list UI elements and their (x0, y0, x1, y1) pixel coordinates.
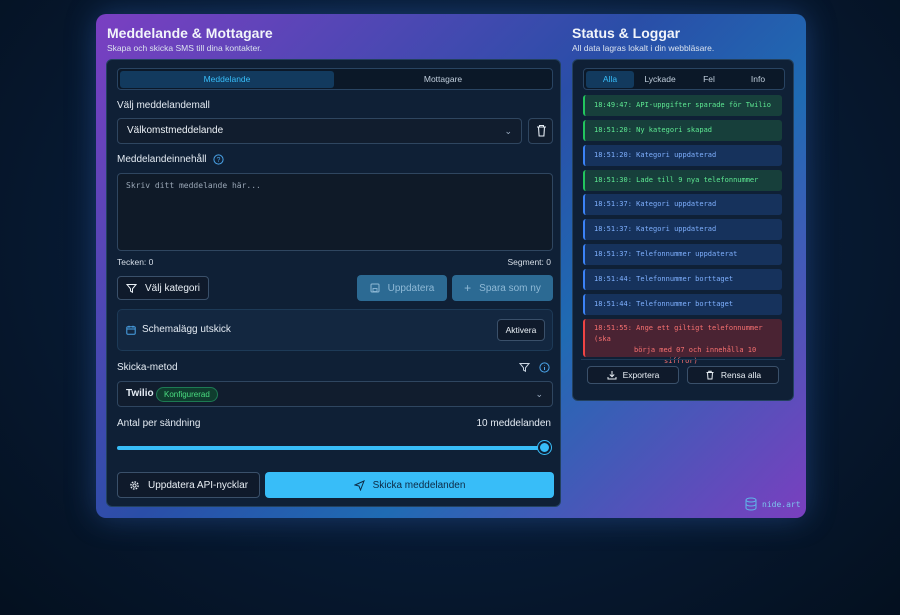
tab-lyckade[interactable]: Lyckade (636, 71, 684, 88)
status-badge: Konfigurerad (156, 387, 218, 402)
export-button[interactable]: Exportera (587, 366, 679, 384)
export-label: Exportera (622, 370, 660, 380)
schedule-label: Schemalägg utskick (142, 324, 231, 335)
save-new-button[interactable]: + Spara som ny (452, 275, 553, 301)
tab-meddelande[interactable]: Meddelande (120, 71, 334, 88)
update-label: Uppdatera (387, 282, 435, 294)
delete-template-button[interactable] (528, 118, 553, 144)
svg-text:?: ? (217, 157, 221, 164)
send-messages-label: Skicka meddelanden (372, 479, 466, 491)
left-section-title: Meddelande & Mottagare (107, 25, 273, 41)
segment-count: Segment: 0 (507, 257, 551, 267)
plus-icon: + (464, 281, 472, 295)
chevron-down-icon: ⌄ (535, 389, 543, 399)
per-send-slider-thumb[interactable] (538, 441, 551, 454)
send-messages-button[interactable]: Skicka meddelanden (265, 472, 554, 498)
template-select[interactable]: Välkomstmeddelande ⌄ (117, 118, 522, 144)
brand-logo[interactable]: nide.art (744, 497, 801, 511)
update-api-keys-label: Uppdatera API-nycklar (147, 479, 249, 491)
gear-icon (130, 480, 139, 490)
log-entry: 18:51:20: Kategori uppdaterad (583, 144, 782, 166)
right-section-subtitle: All data lagras lokalt i din webbläsare. (572, 43, 715, 53)
message-placeholder: Skriv ditt meddelande här... (126, 181, 261, 190)
template-select-value: Välkomstmeddelande (127, 125, 224, 136)
select-category-label: Välj kategori (144, 282, 201, 294)
log-entry: 18:51:44: Telefonnummer borttaget (583, 268, 782, 290)
message-tabs: Meddelande Mottagare (117, 68, 553, 90)
per-send-slider-track[interactable] (117, 446, 545, 450)
method-select[interactable]: Twilio Konfigurerad ⌄ (117, 381, 553, 407)
database-icon (745, 497, 757, 511)
info-icon[interactable] (539, 362, 550, 373)
activate-button[interactable]: Aktivera (497, 319, 545, 341)
trash-icon (537, 124, 546, 137)
clear-all-button[interactable]: Rensa alla (687, 366, 779, 384)
calendar-icon (126, 325, 136, 335)
chevron-down-icon: ⌄ (504, 126, 512, 136)
tab-fel[interactable]: Fel (685, 71, 733, 88)
download-icon (607, 371, 617, 380)
left-section-subtitle: Skapa och skicka SMS till dina kontakter… (107, 43, 262, 53)
log-entry: 18:51:37: Telefonnummer uppdaterat (583, 244, 782, 266)
clear-all-label: Rensa alla (720, 370, 762, 380)
log-entry: 18:51:44: Telefonnummer borttaget (583, 293, 782, 315)
message-panel: Meddelande Mottagare Välj meddelandemall… (106, 59, 561, 507)
char-count: Tecken: 0 (117, 257, 154, 267)
log-actions: Exportera Rensa alla (581, 359, 785, 389)
method-value: Twilio (126, 388, 154, 399)
content-label: Meddelandeinnehåll (117, 154, 207, 165)
log-error-line: 18:51:55: Ange ett giltigt telefonnummer… (594, 323, 763, 343)
right-section-title: Status & Loggar (572, 25, 681, 41)
log-panel: Alla Lyckade Fel Info 18:49:47: API-uppg… (572, 59, 794, 401)
brand-name: nide.art (762, 499, 801, 509)
help-icon[interactable]: ? (213, 154, 224, 165)
send-icon (353, 479, 365, 491)
log-entry: 18:51:37: Kategori uppdaterad (583, 219, 782, 241)
filter-icon[interactable] (519, 362, 530, 373)
per-send-value: 10 meddelanden (476, 418, 551, 429)
template-label: Välj meddelandemall (117, 100, 210, 111)
trash-icon (706, 370, 714, 380)
main-frame: Meddelande & Mottagare Skapa och skicka … (96, 14, 806, 518)
log-error-line: börja med 07 och innehålla 10 (634, 345, 757, 354)
save-new-label: Spara som ny (479, 282, 541, 294)
per-send-label: Antal per sändning (117, 418, 201, 429)
message-textarea[interactable]: Skriv ditt meddelande här... (117, 173, 553, 251)
update-api-keys-button[interactable]: Uppdatera API-nycklar (117, 472, 260, 498)
log-list: 18:49:47: API-uppgifter sparade för Twil… (583, 95, 782, 365)
method-label: Skicka-metod (117, 362, 178, 373)
tab-mottagare[interactable]: Mottagare (336, 71, 550, 88)
schedule-section: Schemalägg utskick Aktivera (117, 309, 553, 351)
log-entry: 18:51:30: Lade till 9 nya telefonnummer (583, 169, 782, 191)
update-button[interactable]: Uppdatera (357, 275, 447, 301)
filter-icon (125, 283, 137, 293)
save-icon (370, 283, 380, 293)
log-tabs: Alla Lyckade Fel Info (583, 68, 785, 90)
log-entry-error: 18:51:55: Ange ett giltigt telefonnummer… (583, 318, 782, 365)
tab-alla[interactable]: Alla (586, 71, 634, 88)
log-entry: 18:49:47: API-uppgifter sparade för Twil… (583, 95, 782, 116)
log-entry: 18:51:37: Kategori uppdaterad (583, 194, 782, 216)
tab-info[interactable]: Info (734, 71, 782, 88)
select-category-button[interactable]: Välj kategori (117, 276, 209, 300)
log-entry: 18:51:20: Ny kategori skapad (583, 119, 782, 141)
